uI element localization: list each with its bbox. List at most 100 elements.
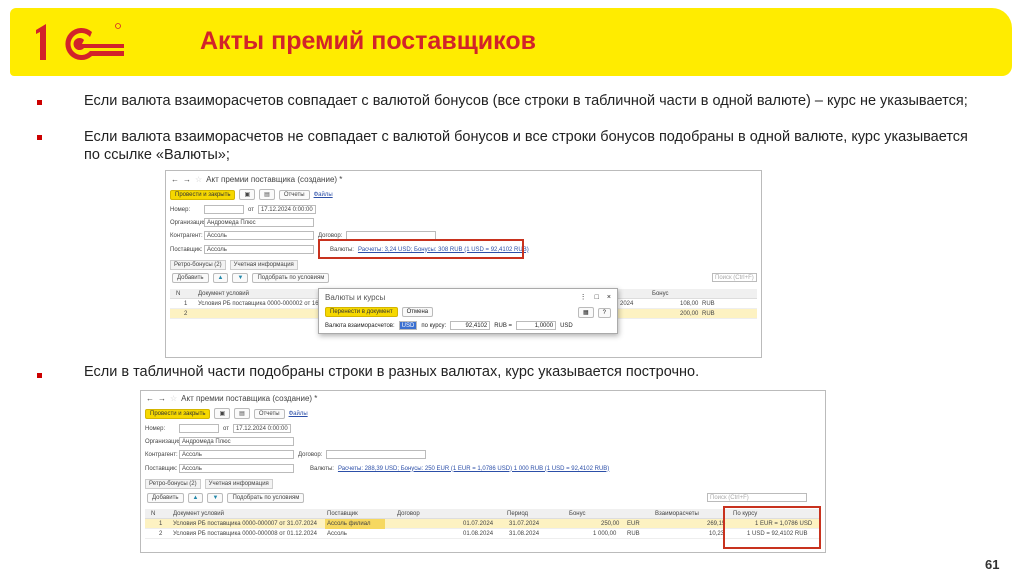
col-supplier: Поставщик (327, 511, 358, 517)
tab-accounting[interactable]: Учетная информация (229, 260, 298, 270)
tab-retro-bonus[interactable]: Ретро-бонусы (2) (145, 479, 201, 489)
cell: Условия РБ поставщика 0000-000002 от 16.… (198, 301, 324, 307)
save-icon[interactable]: ▣ (239, 189, 256, 200)
1c-logo (36, 23, 124, 60)
forward-icon[interactable]: → (183, 175, 191, 184)
contract-field[interactable] (326, 450, 427, 459)
files-link[interactable]: Файлы (289, 411, 308, 417)
currency-dialog: Валюты и курсы ⋮ □ × Перенести в документ О… (318, 288, 618, 334)
files-link[interactable]: Файлы (314, 192, 333, 198)
move-up-icon[interactable]: ▲ (187, 493, 204, 503)
cell: Условия РБ поставщика 0000-000007 от 31.… (173, 521, 317, 527)
number-label: Номер: (145, 425, 166, 432)
forward-icon[interactable]: → (158, 394, 166, 403)
cell: RUB (702, 311, 715, 317)
cell: Ассоль (327, 531, 347, 537)
col-settle: Взаиморасчеты (655, 511, 699, 517)
star-icon[interactable]: ☆ (170, 394, 177, 403)
post-icon[interactable]: ▤ (234, 408, 250, 419)
cell: RUB (627, 531, 640, 537)
highlight-box (723, 506, 821, 549)
cell: 2 (184, 311, 188, 317)
cell: 01.07.2024 (463, 521, 494, 527)
window-title: Акт премии поставщика (создание) * (206, 175, 343, 184)
currencies-label: Валюты: (310, 465, 334, 472)
star-icon[interactable]: ☆ (195, 175, 202, 184)
supplier-field[interactable]: Ассоль (179, 464, 294, 473)
pick-button[interactable]: Подобрать по условиям (227, 493, 305, 503)
date-field[interactable]: 17.12.2024 0:00:00 (257, 205, 316, 214)
cell: 01.08.2024 (463, 531, 494, 537)
number-label: Номер: (170, 206, 191, 213)
col-contract: Договор (397, 511, 420, 517)
cell: EUR (627, 521, 640, 527)
transfer-button[interactable]: Перенести в документ (325, 307, 398, 317)
post-icon[interactable]: ▤ (259, 189, 275, 200)
table-row[interactable]: 1 Условия РБ поставщика 0000-000007 от 31… (145, 519, 821, 529)
table-icon[interactable]: ▦ (577, 307, 594, 318)
counterparty-label: Контрагент: (145, 451, 178, 458)
cell: 1 (159, 521, 163, 527)
table-row[interactable]: 2 Условия РБ поставщика 0000-000008 от 01… (145, 529, 821, 539)
back-icon[interactable]: ← (146, 394, 154, 403)
add-button[interactable]: Добавить (147, 493, 184, 503)
org-label: Организация: (145, 438, 183, 445)
col-bonus: Бонус (652, 291, 669, 297)
reports-button[interactable]: Отчеты (253, 408, 285, 419)
move-up-icon[interactable]: ▲ (212, 273, 229, 283)
from-label: от (248, 206, 254, 213)
rate-field[interactable]: 92,4102 (450, 321, 491, 330)
move-down-icon[interactable]: ▼ (207, 493, 224, 503)
bullet-text: Если валюта взаиморасчетов не совпадает … (84, 129, 968, 163)
search-input[interactable]: Поиск (Ctrl+F) (707, 493, 807, 502)
supplier-field[interactable]: Ассоль (204, 245, 314, 254)
col-doc: Документ условий (198, 291, 250, 297)
screenshot-multi-currency: ← → ☆ Акт премии поставщика (создание) * Пр… (140, 390, 826, 553)
post-close-button[interactable]: Провести и закрыть (170, 189, 236, 200)
tab-retro-bonus[interactable]: Ретро-бонусы (2) (170, 260, 226, 270)
maximize-icon[interactable]: □ (595, 294, 599, 301)
counterparty-field[interactable]: Ассоль (204, 231, 314, 240)
usd-label: USD (560, 322, 573, 329)
bullet-marker (37, 100, 42, 105)
bullet-text: Если валюта взаиморасчетов совпадает с в… (84, 93, 968, 109)
post-close-button[interactable]: Провести и закрыть (145, 408, 211, 419)
org-label: Организация: (170, 219, 208, 226)
cell: 2 (159, 531, 163, 537)
cell: 10,23 (709, 531, 725, 537)
dialog-title: Валюты и курсы (325, 293, 386, 302)
rub-label: RUB = (494, 322, 513, 329)
back-icon[interactable]: ← (171, 175, 179, 184)
save-icon[interactable]: ▣ (214, 408, 231, 419)
slide-title: Акты премий поставщиков (200, 27, 536, 55)
move-down-icon[interactable]: ▼ (232, 273, 249, 283)
org-field[interactable]: Андромеда Плюс (204, 218, 314, 227)
supplier-label: Поставщик: (145, 465, 178, 472)
bullet-marker (37, 373, 42, 378)
counterparty-label: Контрагент: (170, 232, 203, 239)
add-button[interactable]: Добавить (172, 273, 209, 283)
currencies-link[interactable]: Расчеты: 288,39 USD; Бонусы: 250 EUR (1 … (338, 466, 609, 472)
help-button[interactable]: ? (597, 307, 611, 318)
cell: Ассоль филиал (325, 519, 385, 529)
window-title: Акт премии поставщика (создание) * (181, 394, 318, 403)
more-icon[interactable]: ⋮ (580, 293, 587, 301)
close-icon[interactable]: × (607, 294, 611, 301)
reports-button[interactable]: Отчеты (278, 189, 310, 200)
tab-accounting[interactable]: Учетная информация (204, 479, 273, 489)
cancel-button[interactable]: Отмена (401, 307, 434, 317)
number-field[interactable] (204, 205, 244, 214)
counterparty-field[interactable]: Ассоль (179, 450, 294, 459)
org-field[interactable]: Андромеда Плюс (179, 437, 294, 446)
pick-button[interactable]: Подобрать по условиям (252, 273, 330, 283)
settle-currency-field[interactable]: USD (398, 321, 418, 330)
search-input[interactable]: Поиск (Ctrl+F) (712, 273, 757, 282)
multiplier-field[interactable]: 1,0000 (516, 321, 557, 330)
cell: 1 000,00 (593, 531, 617, 537)
cell: 200,00 (680, 311, 699, 317)
cell: Условия РБ поставщика 0000-000008 от 01.… (173, 531, 317, 537)
cell: 31.08.2024 (509, 531, 540, 537)
date-field[interactable]: 17.12.2024 0:00:00 (232, 424, 291, 433)
contract-label: Договор: (298, 451, 323, 458)
number-field[interactable] (179, 424, 219, 433)
